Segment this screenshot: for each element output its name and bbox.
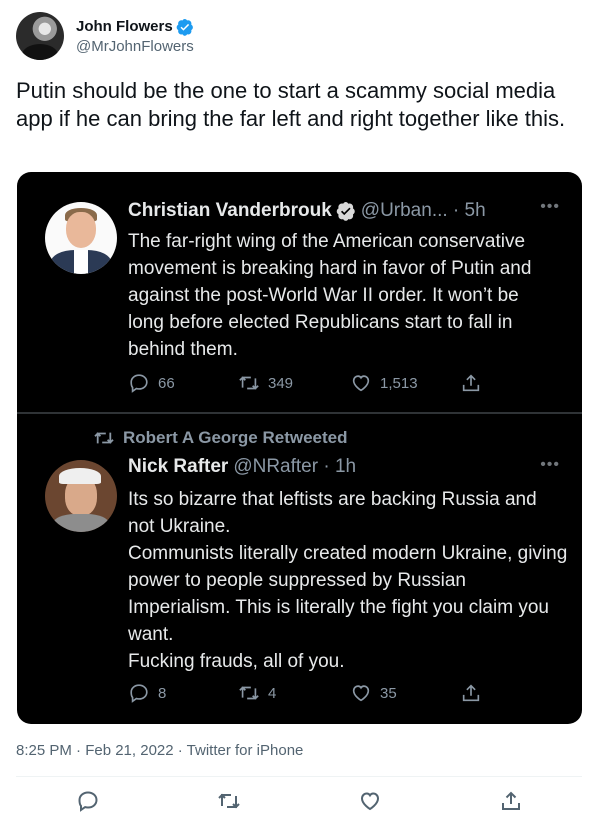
embedded-tweet-2: Robert A George Retweeted Nick Rafter @N… — [17, 414, 582, 724]
retweet-action: 4 — [238, 682, 350, 704]
verified-badge-icon — [176, 18, 193, 36]
embedded-author-handle: @NRafter · 1h — [233, 456, 357, 477]
share-action — [460, 372, 490, 394]
avatar[interactable] — [16, 12, 64, 60]
embedded-tweet-text: The far-right wing of the American conse… — [128, 231, 532, 360]
author-display-name[interactable]: John Flowers — [76, 18, 173, 35]
heart-icon — [352, 685, 370, 702]
retweet-icon — [239, 686, 259, 700]
tweet-header: John Flowers @MrJohnFlowers — [16, 12, 194, 60]
embedded-actions: 8 4 35 — [128, 682, 490, 704]
embedded-tweet-header: Nick Rafter @NRafter · 1h — [128, 456, 356, 478]
retweet-icon — [94, 432, 114, 444]
embedded-author-name: Christian Vanderbrouk — [128, 200, 332, 221]
like-count: 35 — [380, 684, 397, 702]
reply-action: 66 — [128, 372, 238, 394]
tweet-text: Putin should be the one to start a scamm… — [16, 78, 566, 131]
retweet-action: 349 — [238, 372, 350, 394]
divider — [16, 776, 582, 777]
retweet-count: 4 — [268, 684, 277, 702]
embedded-tweet-1: Christian Vanderbrouk @Urban... · 5h •••… — [17, 172, 582, 412]
heart-icon — [352, 375, 370, 392]
like-count: 1,513 — [380, 374, 418, 392]
embedded-tweet-text: Its so bizarre that leftists are backing… — [128, 489, 568, 672]
reply-action: 8 — [128, 682, 238, 704]
more-dots-icon: ••• — [540, 198, 560, 215]
retweet-icon — [239, 376, 259, 390]
reply-icon — [130, 374, 148, 393]
author-handle[interactable]: @MrJohnFlowers — [76, 38, 194, 55]
heart-icon[interactable] — [358, 789, 382, 813]
share-action — [460, 682, 490, 704]
retweet-icon[interactable] — [217, 789, 241, 813]
tweet-action-bar — [0, 785, 598, 821]
display-name-row: John Flowers — [76, 18, 194, 36]
share-icon[interactable] — [499, 789, 523, 813]
reply-count: 66 — [158, 374, 175, 392]
like-action: 1,513 — [350, 372, 460, 394]
retweeted-by: Robert A George Retweeted — [93, 428, 348, 448]
verified-badge-icon — [336, 202, 355, 221]
embedded-author-name: Nick Rafter — [128, 456, 229, 477]
embedded-author-handle: @Urban... · 5h — [360, 200, 486, 221]
retweet-count: 349 — [268, 374, 294, 392]
reply-icon[interactable] — [76, 789, 100, 813]
reply-icon — [130, 684, 148, 703]
embedded-actions: 66 349 1,513 — [128, 372, 490, 394]
share-icon — [462, 684, 480, 702]
embedded-image[interactable]: Christian Vanderbrouk @Urban... · 5h •••… — [17, 172, 582, 724]
retweeted-by-label: Robert A George Retweeted — [123, 428, 348, 447]
tweet-timestamp[interactable]: 8:25 PM · Feb 21, 2022 · Twitter for iPh… — [16, 742, 303, 759]
embedded-tweet-header: Christian Vanderbrouk @Urban... · 5h — [128, 200, 486, 222]
more-dots-icon: ••• — [540, 456, 560, 473]
reply-count: 8 — [158, 684, 167, 702]
like-action: 35 — [350, 682, 460, 704]
avatar — [45, 202, 117, 274]
avatar — [45, 460, 117, 532]
author-info: John Flowers @MrJohnFlowers — [76, 18, 194, 55]
share-icon — [462, 374, 480, 392]
